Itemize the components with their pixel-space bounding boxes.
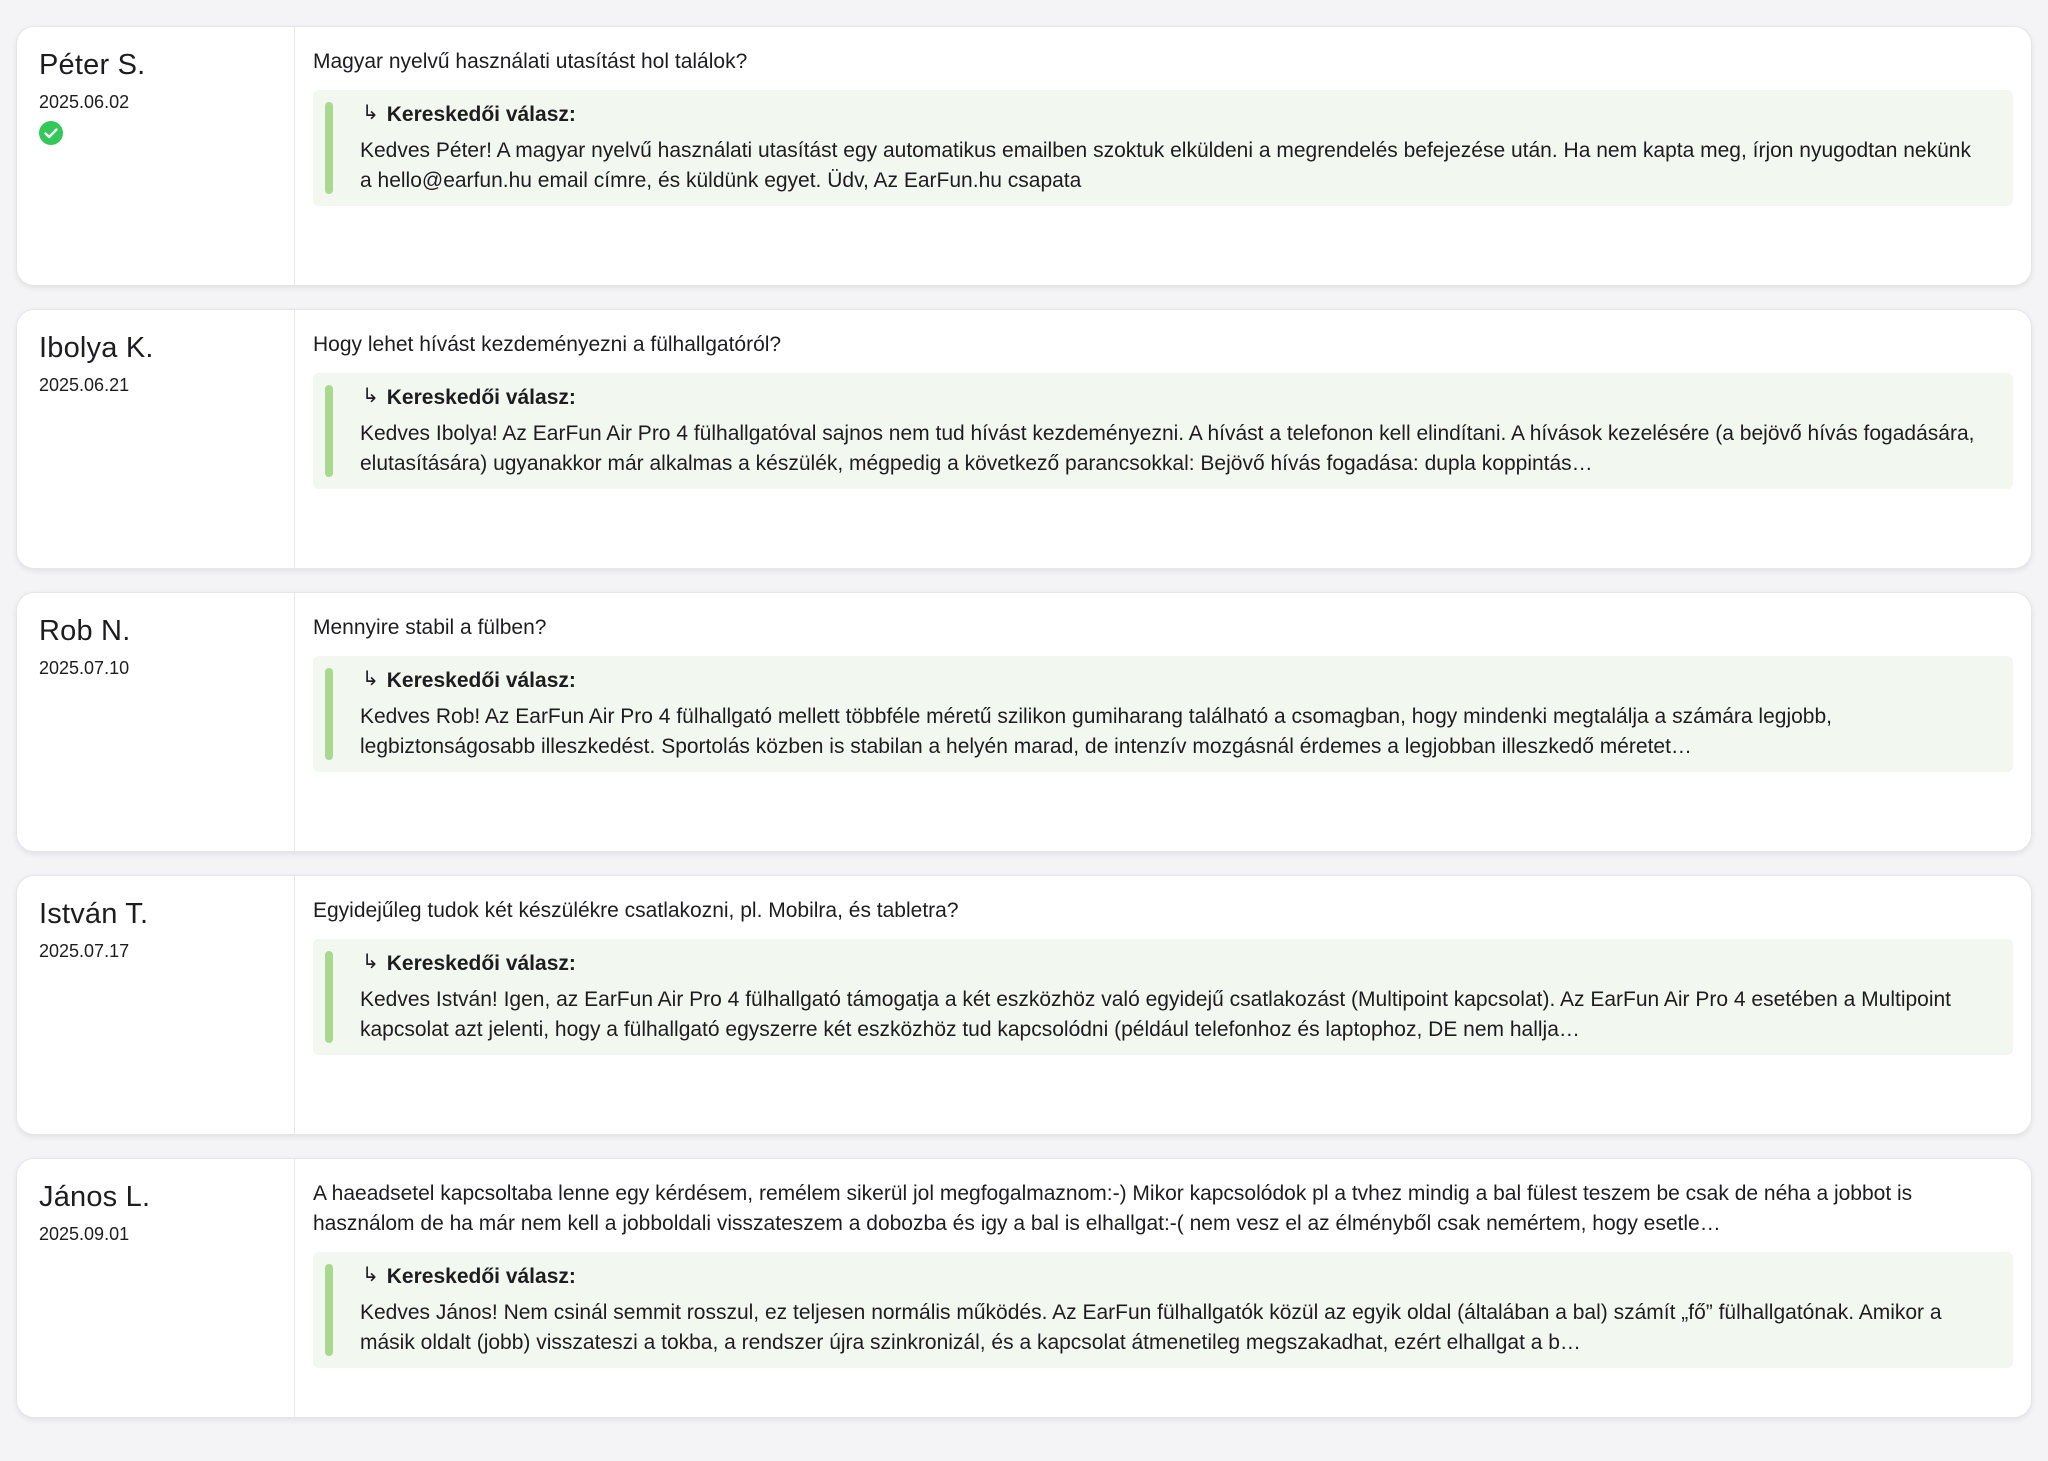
reviewer-info: István T. 2025.07.17 <box>17 876 295 1134</box>
question-text: A haeadsetel kapcsoltaba lenne egy kérdé… <box>313 1182 1913 1235</box>
reply-text: Kedves István! Igen, az EarFun Air Pro 4… <box>360 988 1952 1041</box>
reply-arrow-icon: ↳ <box>362 385 379 407</box>
reply-label: Kereskedői válasz: <box>386 386 576 409</box>
review-content: Magyar nyelvű használati utasítást hol t… <box>295 27 2031 285</box>
question-text: Magyar nyelvű használati utasítást hol t… <box>313 50 748 73</box>
reply-header: ↳ Kereskedői válasz: <box>360 100 1987 130</box>
reviewer-name: Ibolya K. <box>39 332 154 364</box>
reviewer-info: János L. 2025.09.01 <box>17 1159 295 1417</box>
reply-header: ↳ Kereskedői válasz: <box>360 949 1987 979</box>
reviewer-name: János L. <box>39 1181 151 1213</box>
review-date: 2025.07.17 <box>39 941 130 961</box>
review-content: Hogy lehet hívást kezdeményezni a fülhal… <box>295 310 2031 568</box>
reply-arrow-icon: ↳ <box>362 668 379 690</box>
reply-label: Kereskedői válasz: <box>386 952 576 975</box>
merchant-reply: ↳ Kereskedői válasz: Kedves János! Nem c… <box>313 1252 2013 1368</box>
reply-arrow-icon: ↳ <box>362 1264 379 1286</box>
review-date: 2025.09.01 <box>39 1224 130 1244</box>
review-card: Péter S. 2025.06.02 Magyar nyelvű haszná… <box>16 26 2032 286</box>
review-card: Ibolya K. 2025.06.21 Hogy lehet hívást k… <box>16 309 2032 569</box>
reply-label: Kereskedői válasz: <box>386 669 576 692</box>
question-text: Egyidejűleg tudok két készülékre csatlak… <box>313 899 959 922</box>
reply-label: Kereskedői válasz: <box>386 103 576 126</box>
reply-accent-bar <box>325 385 333 477</box>
review-date: 2025.06.21 <box>39 375 130 395</box>
verified-check-icon <box>39 121 63 145</box>
reply-text: Kedves Rob! Az EarFun Air Pro 4 fülhallg… <box>360 705 1832 758</box>
merchant-reply: ↳ Kereskedői válasz: Kedves Rob! Az EarF… <box>313 656 2013 772</box>
merchant-reply: ↳ Kereskedői válasz: Kedves István! Igen… <box>313 939 2013 1055</box>
reviewer-info: Ibolya K. 2025.06.21 <box>17 310 295 568</box>
reply-accent-bar <box>325 951 333 1043</box>
merchant-reply: ↳ Kereskedői válasz: Kedves Ibolya! Az E… <box>313 373 2013 489</box>
reply-arrow-icon: ↳ <box>362 951 379 973</box>
review-date: 2025.06.02 <box>39 92 130 112</box>
review-card: Rob N. 2025.07.10 Mennyire stabil a fülb… <box>16 592 2032 852</box>
review-card: István T. 2025.07.17 Egyidejűleg tudok k… <box>16 875 2032 1135</box>
reply-arrow-icon: ↳ <box>362 102 379 124</box>
review-date: 2025.07.10 <box>39 658 130 678</box>
reply-text: Kedves Ibolya! Az EarFun Air Pro 4 fülha… <box>360 422 1975 475</box>
review-content: Mennyire stabil a fülben? ↳ Kereskedői v… <box>295 593 2031 851</box>
review-card: János L. 2025.09.01 A haeadsetel kapcsol… <box>16 1158 2032 1418</box>
reviewer-info: Rob N. 2025.07.10 <box>17 593 295 851</box>
reply-text: Kedves Péter! A magyar nyelvű használati… <box>360 139 1971 192</box>
reply-accent-bar <box>325 102 333 194</box>
review-content: A haeadsetel kapcsoltaba lenne egy kérdé… <box>295 1159 2031 1417</box>
question-text: Hogy lehet hívást kezdeményezni a fülhal… <box>313 333 782 356</box>
question-text: Mennyire stabil a fülben? <box>313 616 547 639</box>
reply-label: Kereskedői válasz: <box>386 1265 576 1288</box>
reviewer-name: Rob N. <box>39 615 131 647</box>
reply-header: ↳ Kereskedői válasz: <box>360 666 1987 696</box>
review-list: Péter S. 2025.06.02 Magyar nyelvű haszná… <box>16 26 2032 1441</box>
reply-text: Kedves János! Nem csinál semmit rosszul,… <box>360 1301 1942 1354</box>
reviewer-name: Péter S. <box>39 49 146 81</box>
reply-header: ↳ Kereskedői válasz: <box>360 1262 1987 1292</box>
merchant-reply: ↳ Kereskedői válasz: Kedves Péter! A mag… <box>313 90 2013 206</box>
review-content: Egyidejűleg tudok két készülékre csatlak… <box>295 876 2031 1134</box>
reply-accent-bar <box>325 668 333 760</box>
reviewer-info: Péter S. 2025.06.02 <box>17 27 295 285</box>
reply-accent-bar <box>325 1264 333 1356</box>
reviewer-name: István T. <box>39 898 149 930</box>
reply-header: ↳ Kereskedői válasz: <box>360 383 1987 413</box>
